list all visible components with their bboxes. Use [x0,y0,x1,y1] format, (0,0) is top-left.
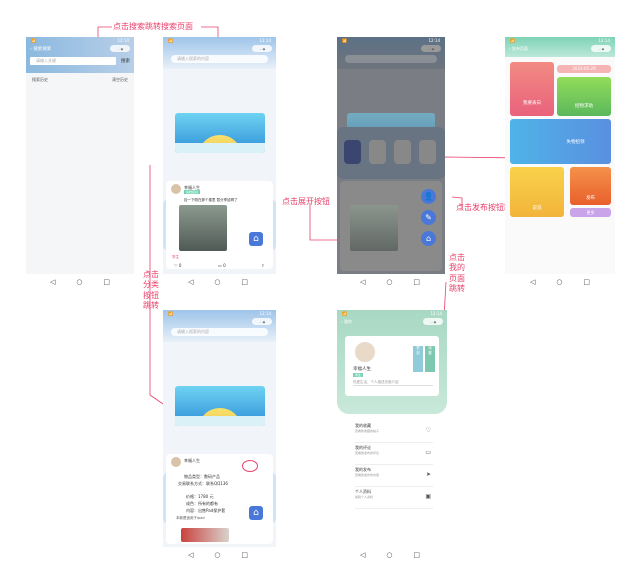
system-nav-6: ◁ ○ □ [360,551,420,559]
menu-posts[interactable]: 我的发布 查看我发布的内容 ➤ [355,467,433,487]
home-icon[interactable]: ⌂ [249,506,263,520]
tile-publish[interactable]: 说说 [510,167,564,217]
capsule-menu[interactable]: ··· ◉ [252,45,272,52]
home-search-input[interactable]: 请输入搜索的内容 [171,328,268,336]
heart-icon: ♡ [425,427,431,434]
category-detail-screen: 📶12:14 ··· ◉ 请输入搜索的内容 分类分类 全部 动态 失物 招领 表… [163,310,276,547]
profile-username: 幸福人生 [353,367,371,372]
back-icon[interactable]: ‹ 我的 [341,319,352,325]
annotation-mypage: 点击 我的 页面 跳转 [449,253,465,294]
capsule-menu[interactable]: ··· ◉ [110,45,130,52]
page-title: 搜索搜索 [33,46,52,52]
like-icon[interactable]: ♡ 0 [174,263,181,268]
menu-comments[interactable]: 我的评论 查看我发布的评论 ▭ [355,445,433,465]
system-nav-4: ◁ ○ □ [530,278,590,286]
history-label: 搜索历史 [32,77,48,82]
recent-key-icon[interactable]: □ [103,278,110,286]
annotation-category: 点击 分类 按钮 跳转 [143,270,159,311]
post-text: 捡一下刚在那个楼里 暂分享给啊了 [184,198,238,202]
home-icon[interactable]: ⌂ [249,232,263,246]
expanded-screen: 📶 12:14 ··· ◉ 👤 ✎ ⌂ [337,37,445,274]
send-icon: ➤ [425,471,431,478]
profile-card: 幸福人生 学生 热爱生活，个人描述页面介绍 签 到 设 置 [345,336,439,396]
trade-post-card[interactable]: 幸福人生 物品类型：数码产品 交易联系方式：联系QQ136 价格：1780 元 … [166,454,273,544]
my-page-screen: 📶 12:14 ‹ 我的 ··· ◉ 幸福人生 学生 热爱生活，个人描述页面介绍 签… [337,310,447,547]
search-page-screen: 📶 12:14 ‹ 搜索搜索 ··· ◉ 请输入关键 搜索 搜索历史 清空历史 [26,37,134,274]
menu-profile[interactable]: 个人资料 编辑个人资料 ▣ [355,489,433,509]
edit-icon[interactable]: ✎ [421,210,436,225]
annotation-expand: 点击展开按钮 [282,197,330,206]
share-icon[interactable]: ⇪ [261,263,264,268]
home-banner[interactable] [175,113,265,153]
publish-screen: 📶 12:14 ‹ 发布页面 ··· ◉ 我要表白 2023-05-29 招物求助 … [505,37,615,274]
home-banner[interactable] [175,386,265,426]
post-tag: 失物招领 [184,190,201,194]
tile-date: 2023-05-29 [557,65,611,73]
comment-icon: ▭ [425,449,431,456]
id-card-icon: ▣ [425,493,431,500]
tile-lost-found[interactable]: 失物招领 [510,119,611,164]
sign-in-button[interactable]: 签 到 [413,346,423,372]
system-nav-1: ◁ ○ □ [50,278,110,286]
comment-icon[interactable]: ▭ 0 [218,263,226,268]
profile-badge: 学生 [353,373,364,377]
post-card[interactable]: 幸福人生 失物招领 捡一下刚在那个楼里 暂分享给啊了 学生 ♡ 0 ▭ 0 ⇪ [166,181,273,269]
avatar[interactable] [353,340,377,364]
post-photo[interactable] [181,528,229,542]
tile-post[interactable]: 发布 [570,167,611,205]
tile-confession[interactable]: 我要表白 [510,62,554,116]
menu-favorites[interactable]: 我的收藏 查看我收藏的帖子 ♡ [355,423,433,443]
back-key-icon[interactable]: ◁ [50,278,55,286]
user-icon[interactable]: 👤 [421,189,436,204]
home-key-icon[interactable]: ○ [76,278,82,286]
clear-history-button[interactable]: 清空历史 [112,77,128,83]
system-nav-3: ◁ ○ □ [360,278,420,286]
tile-help[interactable]: 招物求助 [557,77,611,116]
avatar[interactable] [171,184,181,194]
settings-button[interactable]: 设 置 [425,346,435,372]
home-search-input[interactable]: 请输入搜索的内容 [171,55,268,63]
profile-bio[interactable]: 热爱生活，个人描述页面介绍 [353,380,433,386]
search-input[interactable]: 请输入关键 [30,57,116,65]
home-icon[interactable]: ⌂ [421,231,436,246]
annotation-search: 点击搜索跳转搜索页面 [113,22,193,31]
tile-more[interactable]: 更多 [570,208,611,217]
seal-stamp [242,460,258,472]
post-location: 学生 [172,255,179,259]
home-screen: 📶12:14 ··· ◉ 请输入搜索的内容 分类分类 全部 动态 失物 招领 表… [163,37,276,274]
system-nav-2: ◁ ○ □ [188,278,248,286]
system-nav-5: ◁ ○ □ [188,551,248,559]
back-icon[interactable]: ‹ 搜索搜索 [30,46,51,52]
back-icon[interactable]: ‹ 发布页面 [509,46,528,52]
post-photo[interactable] [179,205,227,251]
search-button[interactable]: 搜索 [121,58,130,64]
avatar[interactable] [171,457,181,467]
